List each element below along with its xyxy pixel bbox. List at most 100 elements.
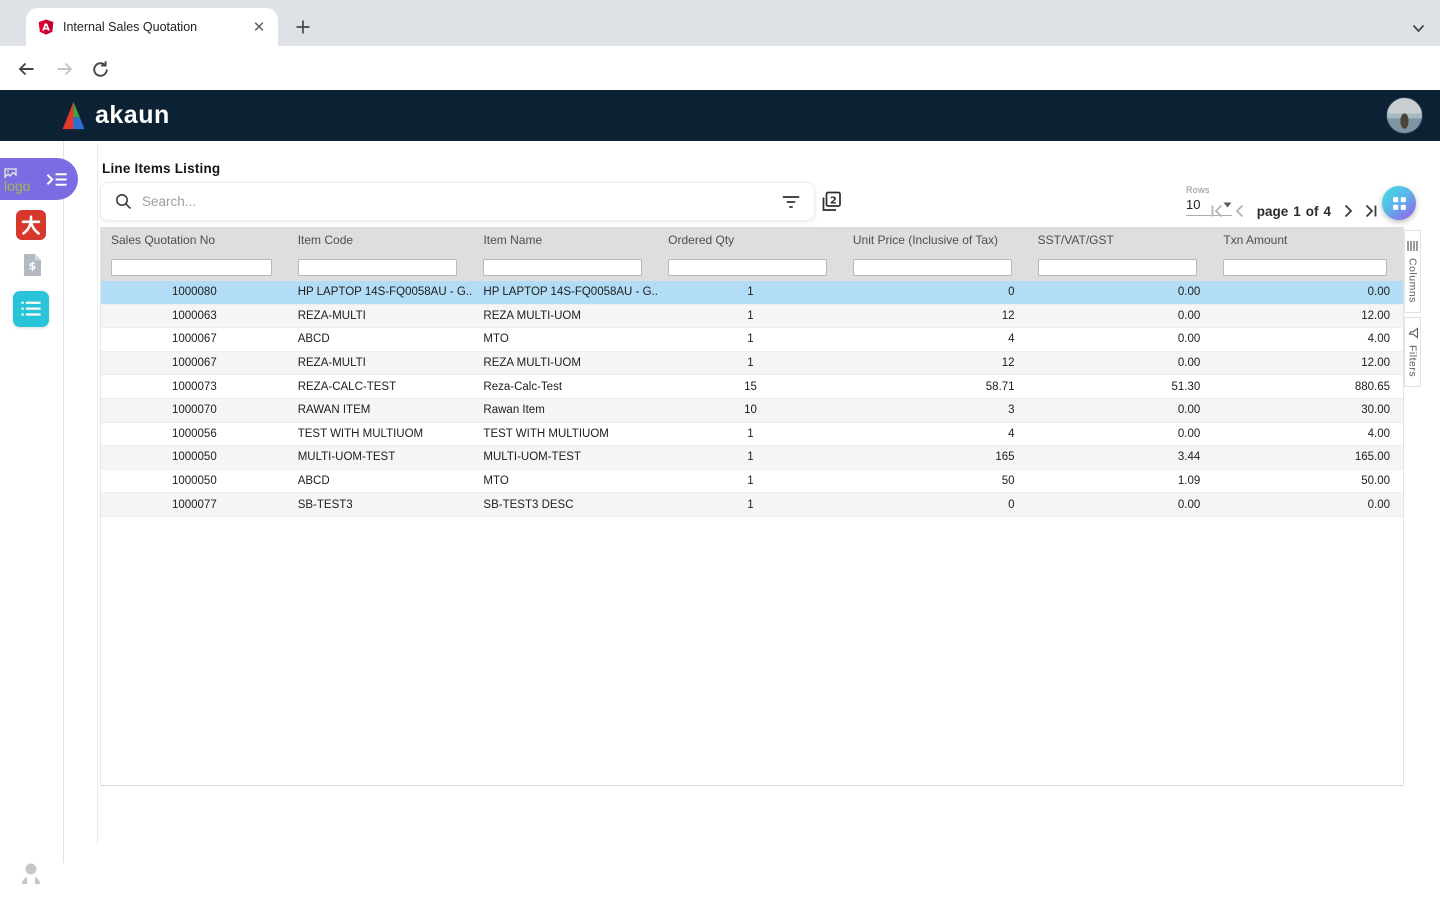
content-divider [97,143,98,845]
table-cell: ABCD [288,475,474,487]
back-button[interactable] [14,57,38,81]
table-row[interactable]: 1000070RAWAN ITEMRawan Item1030.0030.00 [101,399,1403,423]
table-cell: 1 [658,333,843,345]
tab-filters[interactable]: Filters [1404,317,1421,387]
total-pages: 4 [1323,204,1331,219]
table-cell: 1000050 [101,475,288,487]
sidebar-user-button[interactable] [20,861,42,885]
table-row[interactable]: 1000077SB-TEST3SB-TEST3 DESC100.000.00 [101,493,1403,517]
svg-text:$: $ [28,260,36,273]
rows-label: Rows [1186,185,1234,195]
search-input[interactable] [142,194,782,209]
columns-bars-icon [1407,240,1418,252]
column-header[interactable]: Unit Price (Inclusive of Tax) [843,233,1028,247]
column-filter-cell [288,253,474,281]
table-cell: 3 [843,404,1028,416]
close-icon[interactable]: ✕ [250,18,268,36]
sidebar-item-line-items[interactable] [13,291,49,327]
akaun-logo[interactable]: akaun [59,100,170,131]
browser-tab[interactable]: A Internal Sales Quotation ✕ [26,8,278,46]
column-filter-input[interactable] [1223,259,1387,276]
reload-button[interactable] [88,57,112,81]
table-cell: 0.00 [1028,428,1214,440]
table-cell: 4 [843,333,1028,345]
table-row[interactable]: 1000050MULTI-UOM-TESTMULTI-UOM-TEST11653… [101,446,1403,470]
user-person-icon [20,861,42,885]
column-header[interactable]: Ordered Qty [658,233,843,247]
column-filter-input[interactable] [111,259,272,276]
table-cell: SB-TEST3 [288,499,474,511]
tab-list-chevron-icon[interactable] [1406,16,1430,40]
tab-title: Internal Sales Quotation [63,20,250,34]
table-cell: 1000073 [101,381,288,393]
expand-menu-icon[interactable] [46,171,68,188]
forward-button[interactable] [52,57,76,81]
table-cell: 0.00 [1028,499,1214,511]
column-filter-input[interactable] [298,259,458,276]
table-row[interactable]: 1000050ABCDMTO1501.0950.00 [101,470,1403,494]
table-cell: MTO [473,333,658,345]
table-row[interactable]: 1000056TEST WITH MULTIUOMTEST WITH MULTI… [101,423,1403,447]
first-page-button[interactable] [1210,203,1225,219]
column-filter-input[interactable] [668,259,827,276]
sales-document-icon: $ [22,253,43,277]
table-cell: 1 [658,310,843,322]
search-magnifier-icon [115,193,132,210]
last-page-button[interactable] [1363,203,1378,219]
column-filter-cell [843,253,1028,281]
filters-funnel-icon [1407,327,1419,339]
table-row[interactable]: 1000067ABCDMTO140.004.00 [101,328,1403,352]
table-cell: 4 [843,428,1028,440]
next-page-icon [1343,204,1354,218]
sidebar-item-chinese-app[interactable] [16,210,46,240]
next-page-button[interactable] [1341,203,1356,219]
table-cell: ABCD [288,333,474,345]
brand-name: akaun [95,101,170,130]
column-header[interactable]: SST/VAT/GST [1028,233,1214,247]
table-cell: REZA MULTI-UOM [473,310,658,322]
table-cell: 0 [843,286,1028,298]
reload-icon [91,60,110,79]
chinese-app-icon [19,213,43,237]
table-cell: 165.00 [1213,451,1403,463]
table-cell: 0.00 [1028,333,1214,345]
table-cell: REZA MULTI-UOM [473,357,658,369]
akaun-triangle-icon [59,100,88,131]
column-filter-input[interactable] [483,259,642,276]
sidebar-item-sales-doc[interactable]: $ [20,252,44,278]
table-row[interactable]: 1000063REZA-MULTIREZA MULTI-UOM1120.0012… [101,305,1403,329]
table-row[interactable]: 1000073REZA-CALC-TESTReza-Calc-Test1558.… [101,375,1403,399]
table-body: 1000080HP LAPTOP 14S-FQ0058AU - G...HP L… [101,281,1403,517]
filter-list-icon[interactable] [782,194,800,210]
column-header[interactable]: Txn Amount [1213,233,1403,247]
sidebar-logo-pill[interactable]: logo [0,158,78,200]
pages-2-icon[interactable]: 2 [819,190,843,214]
column-filter-input[interactable] [1038,259,1198,276]
column-header[interactable]: Item Code [288,233,474,247]
apps-grid-fab[interactable] [1382,186,1416,220]
svg-text:A: A [42,22,50,33]
back-icon [17,60,36,78]
table-cell: HP LAPTOP 14S-FQ0058AU - G... [288,286,474,298]
column-header[interactable]: Sales Quotation No [101,233,288,247]
column-filter-input[interactable] [853,259,1012,276]
table-cell: 30.00 [1213,404,1403,416]
table-cell: 0.00 [1213,499,1403,511]
table-cell: 1000067 [101,333,288,345]
table-cell: 0 [843,499,1028,511]
table-cell: 51.30 [1028,381,1214,393]
new-tab-plus-icon [295,19,311,35]
column-header[interactable]: Item Name [473,233,658,247]
user-avatar[interactable] [1386,97,1423,134]
line-items-table: Sales Quotation NoItem CodeItem NameOrde… [100,227,1404,786]
tab-columns[interactable]: Columns [1404,230,1421,313]
prev-page-icon [1234,204,1245,218]
table-cell: 0.00 [1028,286,1214,298]
table-cell: 1000067 [101,357,288,369]
svg-text:2: 2 [830,195,837,206]
prev-page-button[interactable] [1232,203,1247,219]
table-row[interactable]: 1000067REZA-MULTIREZA MULTI-UOM1120.0012… [101,352,1403,376]
new-tab-button[interactable] [290,14,316,40]
table-cell: MULTI-UOM-TEST [288,451,474,463]
table-row[interactable]: 1000080HP LAPTOP 14S-FQ0058AU - G...HP L… [101,281,1403,305]
